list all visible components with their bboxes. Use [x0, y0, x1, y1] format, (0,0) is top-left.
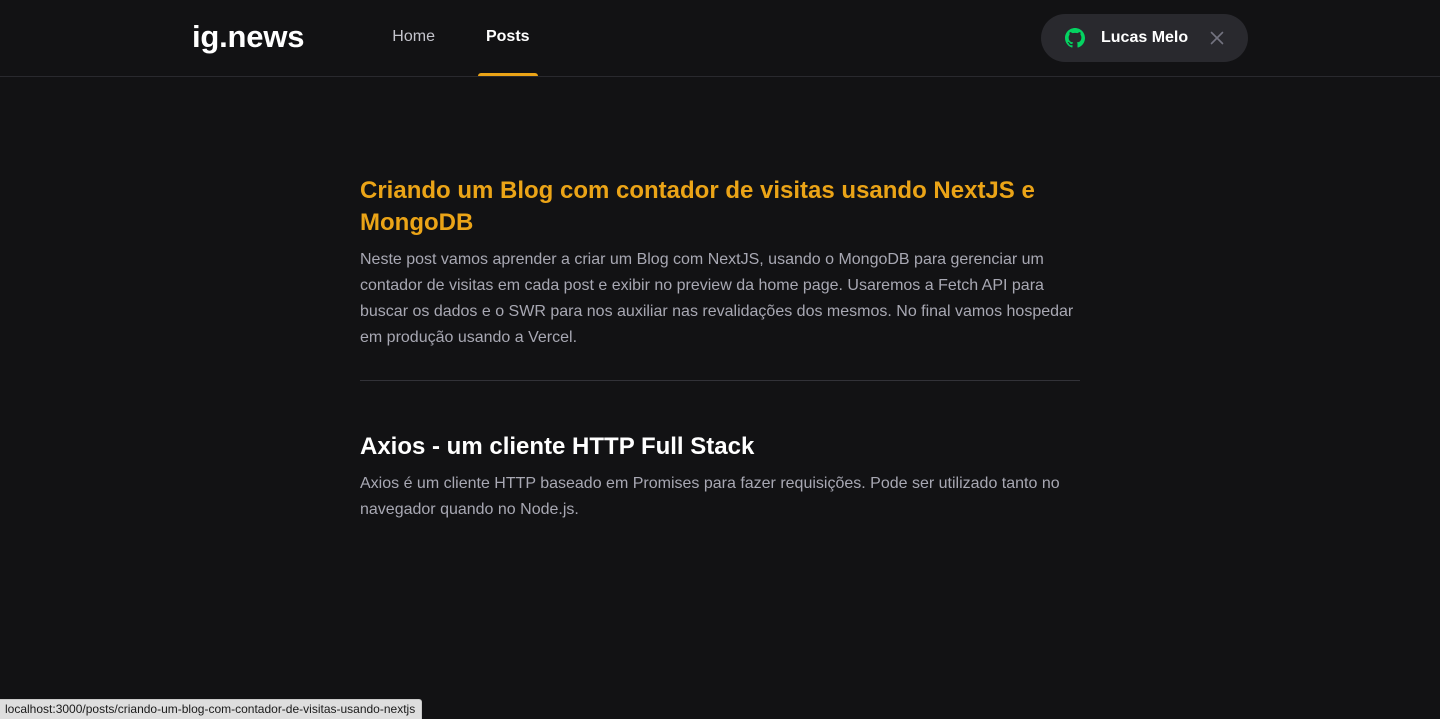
main-nav: Home Posts [392, 0, 538, 76]
post-excerpt: Axios é um cliente HTTP baseado em Promi… [360, 475, 1060, 518]
browser-status-bar: localhost:3000/posts/criando-um-blog-com… [0, 699, 423, 719]
post-title: Criando um Blog com contador de visitas … [360, 177, 1035, 236]
post-item[interactable]: Criando um Blog com contador de visitas … [360, 175, 1080, 381]
nav-posts-link[interactable]: Posts [478, 0, 538, 76]
header-content: ig.news Home Posts Lucas Melo [192, 0, 1248, 76]
posts-list: Criando um Blog com contador de visitas … [360, 175, 1080, 523]
site-header: ig.news Home Posts Lucas Melo [0, 0, 1440, 77]
post-item[interactable]: Axios - um cliente HTTP Full Stack Axios… [360, 431, 1080, 523]
logo[interactable]: ig.news [192, 19, 304, 55]
post-title: Axios - um cliente HTTP Full Stack [360, 433, 755, 460]
user-name: Lucas Melo [1101, 29, 1189, 46]
github-icon [1065, 28, 1085, 48]
nav-home-link[interactable]: Home [392, 0, 435, 76]
close-icon[interactable] [1210, 31, 1224, 45]
github-signin-button[interactable]: Lucas Melo [1041, 14, 1248, 62]
post-excerpt: Neste post vamos aprender a criar um Blo… [360, 251, 1074, 346]
